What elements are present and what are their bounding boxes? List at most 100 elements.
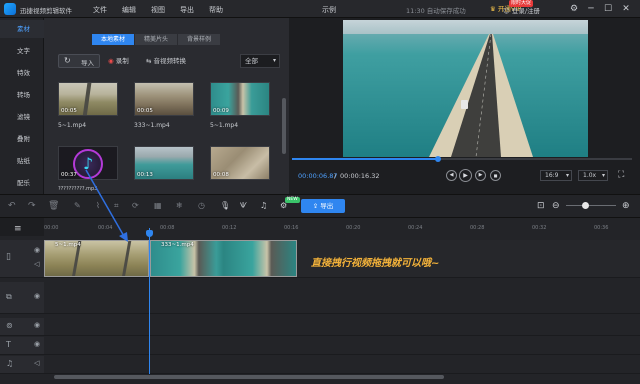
- timeline-clip-1[interactable]: 5~1.mp4: [44, 240, 149, 277]
- split-icon[interactable]: ⌇: [96, 200, 100, 212]
- preview-progress-handle[interactable]: [435, 156, 441, 162]
- autosave-status: 11:30 自动保存成功: [406, 7, 466, 15]
- speed-value: 1.0x: [583, 172, 597, 179]
- sidebar-item-media[interactable]: 素材: [0, 20, 44, 38]
- tab-intros[interactable]: 精美片头: [135, 34, 178, 45]
- timeline-clip-2[interactable]: 333~1.mp4: [150, 240, 297, 277]
- settings-icon[interactable]: ⚙: [568, 3, 580, 15]
- audio-extract-icon[interactable]: ♫: [260, 200, 267, 212]
- eye-icon[interactable]: ◉: [34, 340, 40, 348]
- next-frame-icon[interactable]: ▶: [475, 170, 486, 181]
- tab-backgrounds[interactable]: 背景样例: [178, 34, 221, 45]
- speaker-icon[interactable]: ◁: [34, 359, 39, 367]
- sidebar-item-stickers[interactable]: 贴纸: [0, 152, 44, 170]
- convert-button[interactable]: ⇆ 音视频转换: [146, 55, 186, 67]
- media-thumb-2[interactable]: 00:05: [134, 82, 194, 116]
- rotate-icon[interactable]: ⟳: [132, 200, 139, 212]
- freeze-icon[interactable]: ❄: [176, 200, 183, 212]
- effects-track[interactable]: [44, 318, 640, 336]
- zoom-in-icon[interactable]: ⊕: [622, 200, 630, 212]
- media-scrollbar[interactable]: [282, 98, 286, 154]
- minimize-icon[interactable]: ─: [585, 3, 597, 15]
- app-window: 迅捷视频剪辑软件 文件 编辑 视图 导出 帮助 示例 11:30 自动保存成功 …: [0, 0, 640, 384]
- track-menu-icon[interactable]: ≡: [14, 224, 22, 234]
- track-header-music: ♫ ◁: [0, 356, 44, 374]
- app-title: 迅捷视频剪辑软件: [20, 7, 72, 15]
- media-thumb-audio[interactable]: ♪ 00:37: [58, 146, 118, 180]
- music-track[interactable]: [44, 356, 640, 374]
- lock-icon[interactable]: ⊚: [6, 321, 13, 330]
- menu-export[interactable]: 导出: [180, 5, 194, 15]
- crop-icon[interactable]: ⌗: [114, 200, 119, 212]
- close-icon[interactable]: ✕: [620, 3, 632, 15]
- timeline-playhead[interactable]: [149, 228, 150, 374]
- media-thumb-5[interactable]: 00:13: [134, 146, 194, 180]
- video-preview[interactable]: [343, 20, 588, 157]
- timeline-ruler[interactable]: 00:00 00:04 00:08 00:12 00:16 00:20 00:2…: [44, 218, 640, 236]
- media-thumb-3[interactable]: 00:09: [210, 82, 270, 116]
- sidebar-item-effects[interactable]: 特效: [0, 64, 44, 82]
- zoom-slider-handle[interactable]: [582, 202, 589, 209]
- playhead-handle[interactable]: [146, 230, 153, 237]
- mosaic-icon[interactable]: ▦: [154, 200, 162, 212]
- export-label: 导出: [320, 202, 334, 210]
- timeline-scrollbar[interactable]: [54, 375, 444, 379]
- ruler-tick: 00:24: [408, 225, 423, 231]
- sidebar-item-filters[interactable]: 滤镜: [0, 108, 44, 126]
- media-thumb-1[interactable]: 00:05: [58, 82, 118, 116]
- zoom-slider-track[interactable]: [566, 205, 616, 206]
- record-button[interactable]: ◉ 录制: [108, 55, 129, 67]
- aspect-select[interactable]: 16:9 ▾: [540, 170, 572, 181]
- stop-icon[interactable]: ■: [490, 170, 501, 181]
- pip-track[interactable]: [44, 282, 640, 314]
- menu-view[interactable]: 视图: [151, 5, 165, 15]
- eye-icon[interactable]: ◉: [34, 292, 40, 300]
- sidebar-item-music[interactable]: 配乐: [0, 174, 44, 192]
- chevron-down-icon: ▾: [272, 57, 276, 64]
- ruler-tick: 00:04: [98, 225, 113, 231]
- text-to-speech-icon[interactable]: Ѱ: [240, 200, 247, 212]
- edit-icon[interactable]: ✎: [74, 200, 81, 212]
- media-thumb-6[interactable]: 00:08: [210, 146, 270, 180]
- menu-file[interactable]: 文件: [93, 5, 107, 15]
- export-icon: ⇪: [312, 202, 319, 210]
- user-icon: ☺: [503, 7, 510, 15]
- undo-icon[interactable]: ↶: [8, 200, 16, 212]
- microphone-icon[interactable]: 🎙: [220, 200, 230, 212]
- ruler-tick: 00:16: [284, 225, 299, 231]
- login-button[interactable]: ☺ 登录/注册: [503, 5, 540, 15]
- maximize-icon[interactable]: ☐: [602, 3, 614, 15]
- media-filter-select[interactable]: 全部 ▾: [240, 54, 280, 68]
- media-duration: 00:37: [61, 172, 77, 178]
- login-label: 登录/注册: [511, 7, 541, 15]
- text-track-icon: T: [6, 340, 11, 349]
- project-name: 示例: [322, 6, 336, 14]
- redo-icon[interactable]: ↷: [28, 200, 36, 212]
- zoom-out-icon[interactable]: ⊖: [552, 200, 560, 212]
- play-icon[interactable]: ▶: [459, 169, 472, 182]
- media-name: 5~1.mp4: [58, 122, 87, 129]
- delete-icon[interactable]: 🗑: [48, 200, 59, 212]
- fit-icon[interactable]: ⊡: [537, 200, 545, 212]
- speaker-icon[interactable]: ◁: [34, 260, 39, 268]
- sidebar-item-text[interactable]: 文字: [0, 42, 44, 60]
- media-duration: 00:08: [213, 172, 229, 178]
- clip-label: 333~1.mp4: [161, 242, 194, 248]
- eye-icon[interactable]: ◉: [34, 321, 40, 329]
- fullscreen-icon[interactable]: ⛶: [618, 170, 624, 180]
- menu-edit[interactable]: 编辑: [122, 5, 136, 15]
- eye-icon[interactable]: ◉: [34, 246, 40, 254]
- speed-select[interactable]: 1.0x ▾: [578, 170, 608, 181]
- export-button[interactable]: ⇪ 导出: [301, 199, 345, 213]
- chevron-down-icon: ▾: [601, 172, 605, 179]
- import-button[interactable]: ↻ 导入: [58, 54, 100, 68]
- menu-help[interactable]: 帮助: [209, 5, 223, 15]
- prev-frame-icon[interactable]: ◀: [446, 170, 457, 181]
- media-duration: 00:05: [137, 108, 153, 114]
- speed-icon[interactable]: ◷: [198, 200, 205, 212]
- text-track[interactable]: [44, 337, 640, 355]
- tab-local-media[interactable]: 本地素材: [92, 34, 135, 45]
- ruler-tick: 00:36: [594, 225, 609, 231]
- sidebar-item-overlay[interactable]: 叠附: [0, 130, 44, 148]
- sidebar-item-transitions[interactable]: 转场: [0, 86, 44, 104]
